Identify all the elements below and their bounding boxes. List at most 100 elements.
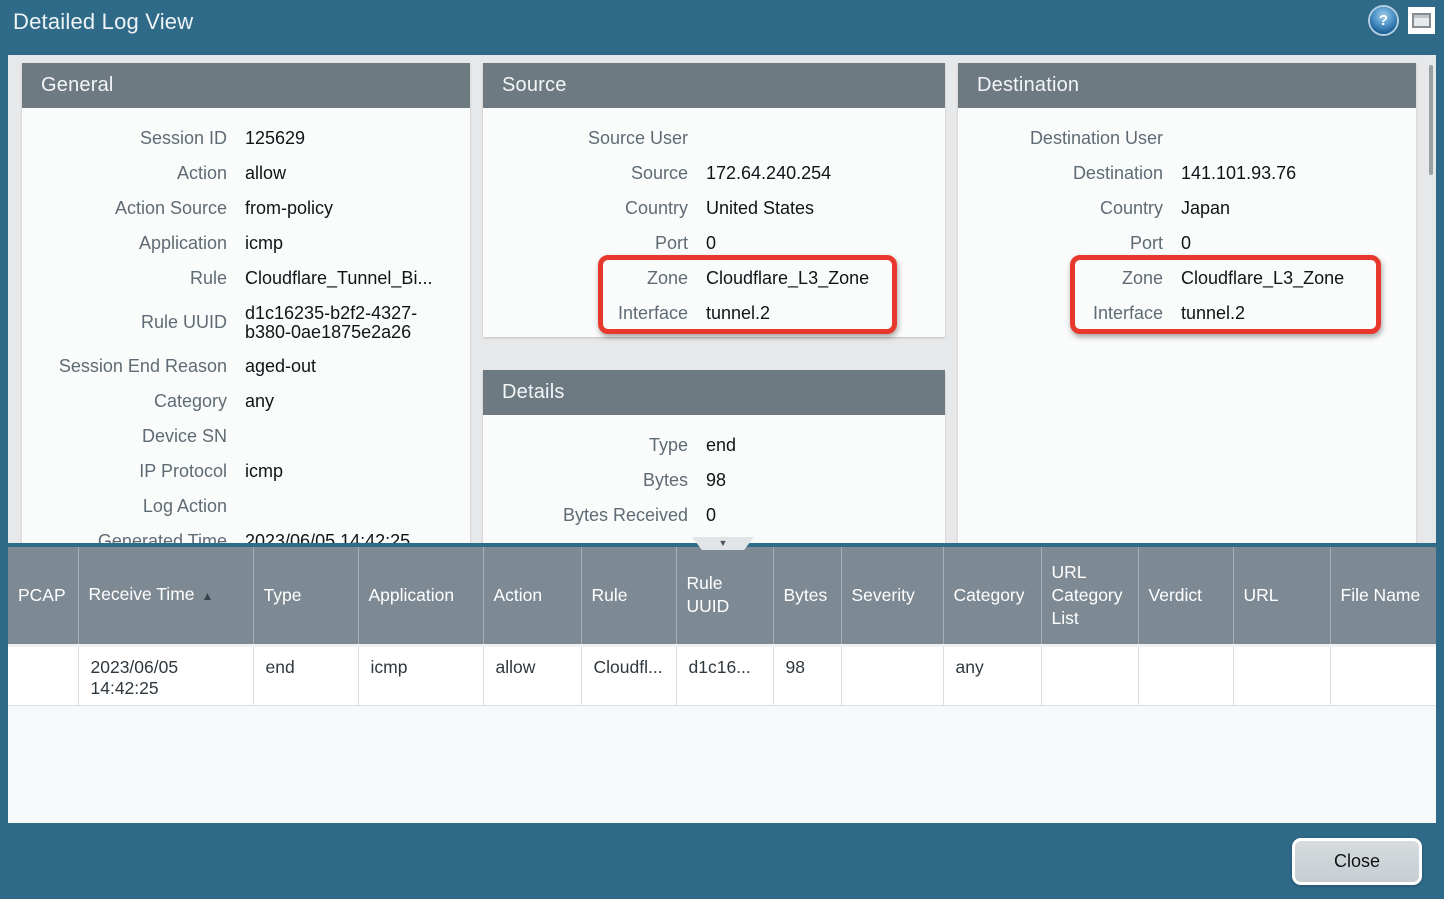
column-header-type[interactable]: Type	[253, 547, 358, 645]
column-source-details: Source Source UserSource172.64.240.254Co…	[483, 63, 945, 543]
column-header-bytes[interactable]: Bytes	[773, 547, 841, 645]
field-value: icmp	[245, 234, 457, 253]
sort-ascending-icon: ▲	[202, 589, 214, 603]
column-header-severity[interactable]: Severity	[841, 547, 943, 645]
field-value: 0	[706, 506, 918, 525]
field-label: Category	[22, 392, 227, 411]
field-row: Bytes 98	[483, 463, 935, 498]
help-icon[interactable]: ?	[1370, 7, 1397, 34]
field-label: Source User	[483, 129, 688, 148]
field-label: Country	[483, 199, 688, 218]
column-header-label: URL Category List	[1052, 562, 1123, 628]
field-row: CountryUnited States	[483, 191, 935, 226]
details-fields: TypeendBytes98Bytes Received0	[483, 415, 945, 539]
field-row: Typeend	[483, 428, 935, 463]
field-value: end	[706, 436, 918, 455]
column-header-file-name[interactable]: File Name	[1330, 547, 1436, 645]
close-button[interactable]: Close	[1292, 838, 1422, 885]
field-row: Source User	[483, 121, 935, 156]
destination-panel: Destination Destination UserDestination1…	[958, 63, 1416, 543]
column-header-label: File Name	[1341, 585, 1421, 605]
column-header-receive-time[interactable]: Receive Time▲	[78, 547, 253, 645]
table-cell	[8, 645, 78, 705]
field-row: ZoneCloudflare_L3_Zone	[483, 261, 935, 296]
field-value: any	[245, 392, 457, 411]
field-row: Interfacetunnel.2	[958, 296, 1406, 331]
field-label: Generated Time	[22, 532, 227, 543]
field-label: Device SN	[22, 427, 227, 446]
field-label: Type	[483, 436, 688, 455]
column-header-url[interactable]: URL	[1233, 547, 1330, 645]
field-label: Action	[22, 164, 227, 183]
field-value: 2023/06/05 14:42:25	[245, 532, 457, 543]
table-cell	[1233, 645, 1330, 705]
dialog-title: Detailed Log View	[13, 9, 193, 35]
field-label: Zone	[483, 269, 688, 288]
scrollbar-thumb[interactable]	[1429, 65, 1433, 175]
table-cell: 2023/06/05 14:42:25	[78, 645, 253, 705]
field-label: Application	[22, 234, 227, 253]
column-header-label: Type	[264, 585, 302, 605]
column-header-pcap[interactable]: PCAP	[8, 547, 78, 645]
column-header-label: PCAP	[18, 585, 66, 605]
column-header-url-category-list[interactable]: URL Category List	[1041, 547, 1138, 645]
column-header-action[interactable]: Action	[483, 547, 581, 645]
table-cell	[1138, 645, 1233, 705]
column-header-label: Category	[954, 585, 1025, 605]
field-row: Rule UUIDd1c16235-b2f2-4327-b380-0ae1875…	[22, 296, 460, 349]
column-header-rule-uuid[interactable]: Rule UUID	[676, 547, 773, 645]
destination-fields: Destination UserDestination141.101.93.76…	[958, 108, 1416, 337]
table-cell: d1c16...	[676, 645, 773, 705]
field-row: Destination User	[958, 121, 1406, 156]
field-label: Destination User	[958, 129, 1163, 148]
field-value: 172.64.240.254	[706, 164, 918, 183]
field-value: Cloudflare_L3_Zone	[1181, 269, 1393, 288]
field-row: Application icmp	[22, 226, 460, 261]
column-general: General Session ID125629ActionallowActio…	[22, 63, 470, 543]
column-header-label: Rule UUID	[687, 573, 730, 616]
column-header-verdict[interactable]: Verdict	[1138, 547, 1233, 645]
field-row: Interfacetunnel.2	[483, 296, 935, 331]
field-label: Bytes	[483, 471, 688, 490]
column-header-label: Bytes	[784, 585, 828, 605]
source-panel-header: Source	[483, 63, 945, 108]
column-header-rule[interactable]: Rule	[581, 547, 676, 645]
field-value: icmp	[245, 462, 457, 481]
help-glyph: ?	[1379, 13, 1388, 28]
field-row: Zone Cloudflare_L3_Zone	[958, 261, 1406, 296]
field-label: Log Action	[22, 497, 227, 516]
field-value: Cloudflare_Tunnel_Bi...	[245, 269, 457, 288]
column-header-label: Rule	[592, 585, 628, 605]
column-header-category[interactable]: Category	[943, 547, 1041, 645]
log-table: PCAP Receive Time▲ Type ApplicationAction Ru…	[8, 547, 1436, 706]
table-cell: allow	[483, 645, 581, 705]
table-header-row: PCAP Receive Time▲ Type ApplicationAction Ru…	[8, 547, 1436, 645]
chevron-down-icon: ▼	[719, 539, 728, 548]
field-value: 141.101.93.76	[1181, 164, 1393, 183]
field-value: 98	[706, 471, 918, 490]
table-row[interactable]: 2023/06/05 14:42:25endicmpallowCloudfl..…	[8, 645, 1436, 705]
source-fields: Source UserSource172.64.240.254CountryUn…	[483, 108, 945, 337]
field-label: IP Protocol	[22, 462, 227, 481]
table-cell	[1330, 645, 1436, 705]
footer-bar: Close	[0, 823, 1444, 899]
general-panel-header: General	[22, 63, 470, 108]
field-label: Zone	[958, 269, 1163, 288]
field-value: aged-out	[245, 357, 457, 376]
titlebar: Detailed Log View ?	[0, 0, 1444, 45]
field-label: Session ID	[22, 129, 227, 148]
window-restore-icon[interactable]	[1408, 7, 1435, 34]
table-cell: 98	[773, 645, 841, 705]
field-label: Port	[958, 234, 1163, 253]
column-header-application[interactable]: Application	[358, 547, 483, 645]
field-row: Category any	[22, 384, 460, 419]
collapse-handle[interactable]: ▼	[692, 537, 754, 550]
log-detail-panels: General Session ID125629ActionallowActio…	[8, 55, 1436, 543]
table-cell: icmp	[358, 645, 483, 705]
column-header-label: URL	[1244, 585, 1279, 605]
field-label: Port	[483, 234, 688, 253]
column-header-label: Severity	[852, 585, 915, 605]
table-cell	[841, 645, 943, 705]
source-panel: Source Source UserSource172.64.240.254Co…	[483, 63, 945, 337]
field-label: Rule	[22, 269, 227, 288]
